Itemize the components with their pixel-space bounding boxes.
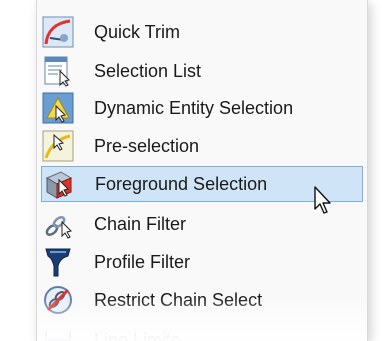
menu-item-label: Profile Filter (94, 251, 191, 272)
menu-item-restrict-chain-select[interactable]: Restrict Chain Select (41, 282, 359, 318)
menu-item-label: Dynamic Entity Selection (94, 97, 294, 118)
chain-filter-icon (45, 216, 72, 239)
menu-item-label: Line Limits (94, 329, 181, 341)
dynamic-entity-selection-icon (42, 92, 74, 124)
menu-item-line-limits[interactable]: Line Limits (41, 322, 359, 341)
restrict-chain-select-icon (44, 286, 72, 314)
menu-item-label: Restrict Chain Select (94, 289, 263, 310)
dropdown-menu: Quick Trim Selection List Dynamic Entity… (36, 0, 368, 341)
quick-trim-icon (42, 16, 74, 48)
menu-item-dynamic-entity-selection[interactable]: Dynamic Entity Selection (41, 90, 359, 126)
foreground-selection-icon (45, 171, 73, 199)
profile-filter-icon (45, 248, 71, 277)
menu-item-quick-trim[interactable]: Quick Trim (41, 14, 359, 50)
pre-selection-icon (42, 130, 74, 162)
menu-item-label: Selection List (94, 60, 202, 81)
screenshot-stage: Quick Trim Selection List Dynamic Entity… (0, 0, 390, 341)
menu-item-profile-filter[interactable]: Profile Filter (41, 244, 359, 280)
line-limits-icon (45, 332, 71, 341)
menu-item-chain-filter[interactable]: Chain Filter (41, 206, 359, 242)
menu-item-label: Foreground Selection (95, 173, 268, 194)
mouse-pointer-icon (314, 186, 331, 214)
menu-item-selection-list[interactable]: Selection List (41, 53, 359, 89)
menu-item-label: Chain Filter (94, 213, 187, 234)
menu-item-pre-selection[interactable]: Pre-selection (41, 128, 359, 164)
menu-item-label: Quick Trim (94, 21, 181, 42)
menu-item-label: Pre-selection (94, 135, 200, 156)
selection-list-icon (44, 56, 70, 87)
